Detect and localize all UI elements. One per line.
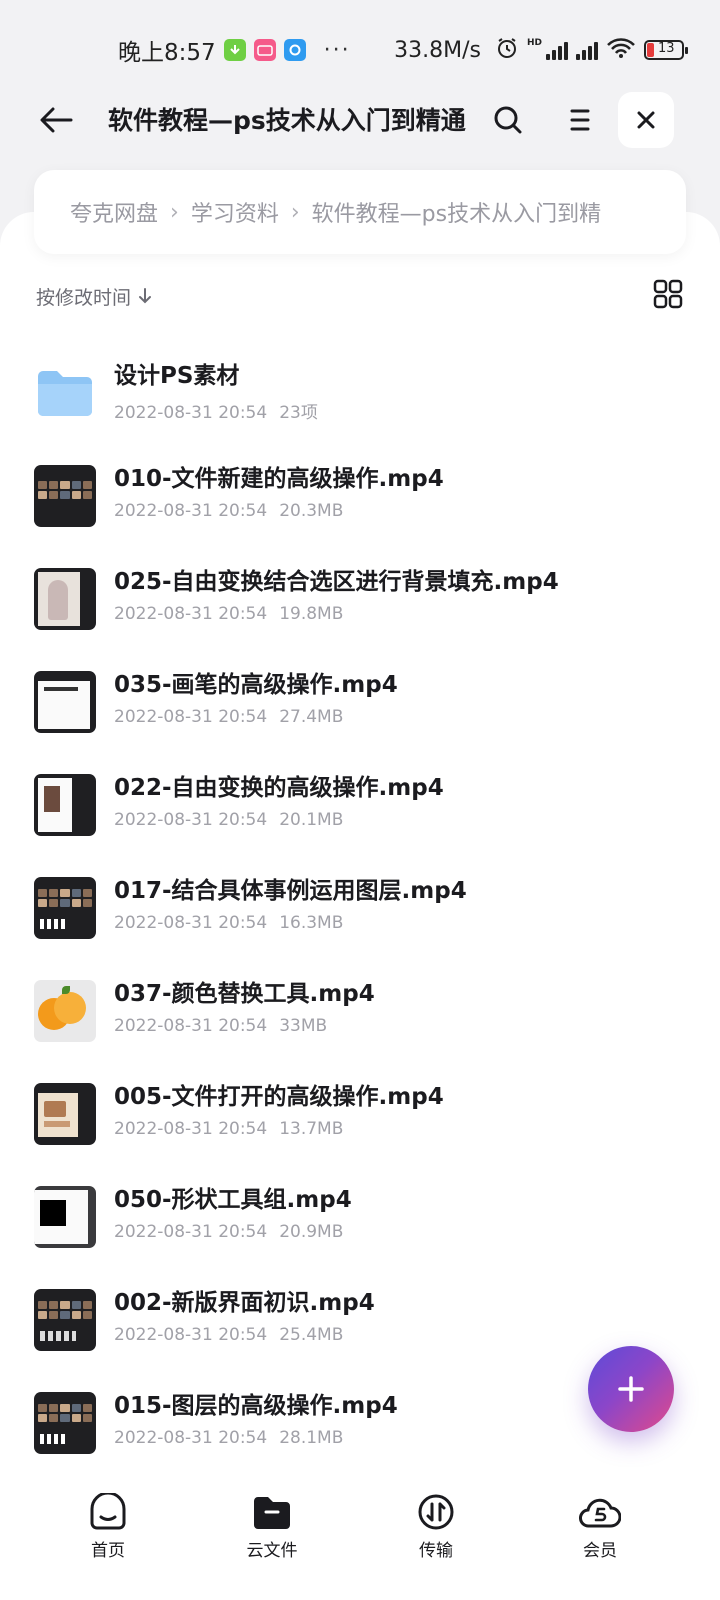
nav-label: 云文件 — [246, 1541, 298, 1561]
file-name: 设计PS素材 — [114, 363, 240, 389]
status-time: 晚上8:57 — [118, 40, 216, 66]
breadcrumb-item-current[interactable]: 软件教程—ps技术从入门到精 — [312, 196, 601, 228]
video-thumbnail — [34, 1392, 96, 1454]
file-meta: 2022-08-31 20:54 33MB — [114, 1016, 328, 1036]
transfer-icon — [414, 1492, 458, 1532]
status-bar: 晚上8:57 ··· 33.8M/s HD 13 — [0, 0, 720, 100]
alarm-icon — [495, 36, 519, 64]
chevron-right-icon: › — [170, 199, 179, 225]
battery-icon: 13 — [644, 40, 688, 60]
file-meta: 2022-08-31 20:54 19.8MB — [114, 604, 344, 624]
close-icon — [637, 111, 655, 129]
arrow-left-icon — [40, 107, 73, 133]
file-meta: 2022-08-31 20:54 28.1MB — [114, 1428, 344, 1448]
sort-row: 按修改时间 — [36, 279, 686, 312]
list-item[interactable]: 设计PS素材 2022-08-31 20:54 23项 — [0, 340, 720, 443]
grid-view-icon — [653, 279, 683, 309]
net-speed: 33.8M/s — [394, 37, 481, 63]
bilibili-app-icon — [253, 39, 276, 61]
plus-icon — [618, 1376, 644, 1402]
video-thumbnail — [34, 568, 96, 630]
file-name: 050-形状工具组.mp4 — [114, 1187, 352, 1213]
status-right: 33.8M/s HD 13 — [394, 36, 688, 64]
file-name: 017-结合具体事例运用图层.mp4 — [114, 878, 467, 904]
home-icon — [86, 1492, 130, 1532]
file-meta: 2022-08-31 20:54 16.3MB — [114, 913, 344, 933]
file-name: 022-自由变换的高级操作.mp4 — [114, 775, 444, 801]
list-item[interactable]: 010-文件新建的高级操作.mp4 2022-08-31 20:54 20.3MB — [0, 443, 720, 546]
video-thumbnail — [34, 1186, 96, 1248]
nav-item-member[interactable]: 会员 — [518, 1484, 682, 1600]
member-icon — [578, 1492, 622, 1532]
file-meta: 2022-08-31 20:54 20.3MB — [114, 501, 344, 521]
arrow-down-icon — [137, 287, 153, 305]
menu-icon — [570, 109, 590, 131]
breadcrumb-item-root[interactable]: 夸克网盘 — [70, 196, 158, 228]
list-item[interactable]: 022-自由变换的高级操作.mp4 2022-08-31 20:54 20.1MB — [0, 752, 720, 855]
file-meta: 2022-08-31 20:54 25.4MB — [114, 1325, 344, 1345]
menu-button[interactable] — [560, 98, 600, 142]
video-thumbnail — [34, 1289, 96, 1351]
file-list: 设计PS素材 2022-08-31 20:54 23项 010-文件新建的高级操作… — [0, 340, 720, 1473]
file-name: 002-新版界面初识.mp4 — [114, 1290, 375, 1316]
file-name: 035-画笔的高级操作.mp4 — [114, 672, 398, 698]
close-button[interactable] — [618, 92, 674, 148]
video-thumbnail — [34, 877, 96, 939]
add-button[interactable] — [588, 1346, 674, 1432]
screen: 晚上8:57 ··· 33.8M/s HD 13 软件教程—ps技术从入门到精通… — [0, 0, 720, 1600]
list-item[interactable]: 025-自由变换结合选区进行背景填充.mp4 2022-08-31 20:54 1… — [0, 546, 720, 649]
signal-icon — [576, 40, 598, 60]
search-button[interactable] — [486, 98, 530, 142]
file-meta: 2022-08-31 20:54 20.1MB — [114, 810, 344, 830]
search-icon — [494, 106, 522, 134]
file-name: 025-自由变换结合选区进行背景填充.mp4 — [114, 569, 559, 595]
page-title: 软件教程—ps技术从入门到精通 — [108, 106, 466, 135]
file-meta: 2022-08-31 20:54 20.9MB — [114, 1222, 344, 1242]
more-notifications-icon: ··· — [323, 37, 351, 63]
top-bar: 软件教程—ps技术从入门到精通 — [0, 92, 720, 148]
nav-label: 首页 — [91, 1541, 125, 1561]
list-item[interactable]: 017-结合具体事例运用图层.mp4 2022-08-31 20:54 16.3M… — [0, 855, 720, 958]
video-thumbnail — [34, 774, 96, 836]
nav-label: 会员 — [583, 1541, 617, 1561]
breadcrumb: 夸克网盘 › 学习资料 › 软件教程—ps技术从入门到精 — [34, 170, 686, 254]
sort-button[interactable]: 按修改时间 — [36, 283, 131, 310]
folder-icon — [34, 362, 96, 424]
signal-hd-icon — [546, 40, 568, 60]
list-item[interactable]: 050-形状工具组.mp4 2022-08-31 20:54 20.9MB — [0, 1164, 720, 1267]
hd-label: HD — [526, 38, 542, 48]
quark-app-icon — [283, 39, 306, 61]
file-meta: 2022-08-31 20:54 23项 — [114, 403, 318, 423]
nav-label: 传输 — [419, 1541, 453, 1561]
download-app-icon — [223, 39, 246, 61]
cloud-folder-icon — [250, 1492, 294, 1532]
list-item[interactable]: 035-画笔的高级操作.mp4 2022-08-31 20:54 27.4MB — [0, 649, 720, 752]
video-thumbnail — [34, 465, 96, 527]
breadcrumb-item-study[interactable]: 学习资料 — [191, 196, 279, 228]
grid-view-button[interactable] — [650, 276, 686, 312]
video-thumbnail — [34, 980, 96, 1042]
wifi-icon — [606, 37, 636, 63]
nav-item-cloud-files[interactable]: 云文件 — [190, 1484, 354, 1600]
file-meta: 2022-08-31 20:54 27.4MB — [114, 707, 344, 727]
back-button[interactable] — [34, 98, 78, 142]
file-name: 037-颜色替换工具.mp4 — [114, 981, 375, 1007]
file-name: 010-文件新建的高级操作.mp4 — [114, 466, 444, 492]
bottom-nav: 首页 云文件 传输 会员 — [0, 1484, 720, 1600]
video-thumbnail — [34, 671, 96, 733]
list-item[interactable]: 005-文件打开的高级操作.mp4 2022-08-31 20:54 13.7MB — [0, 1061, 720, 1164]
video-thumbnail — [34, 1083, 96, 1145]
nav-item-transfer[interactable]: 传输 — [354, 1484, 518, 1600]
chevron-right-icon: › — [290, 199, 300, 225]
nav-item-home[interactable]: 首页 — [26, 1484, 190, 1600]
file-meta: 2022-08-31 20:54 13.7MB — [114, 1119, 344, 1139]
list-item[interactable]: 037-颜色替换工具.mp4 2022-08-31 20:54 33MB — [0, 958, 720, 1061]
file-name: 005-文件打开的高级操作.mp4 — [114, 1084, 444, 1110]
